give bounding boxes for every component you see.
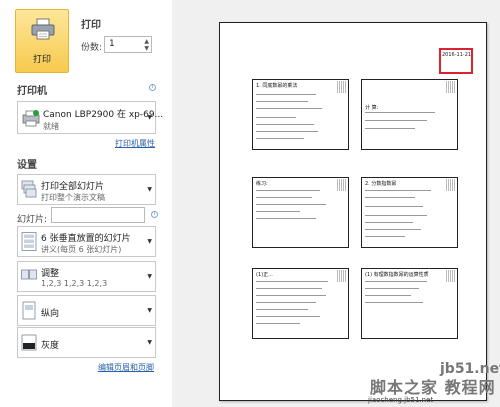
printer-properties-link[interactable]: 打印机属性	[115, 138, 155, 149]
copies-label: 份数:	[81, 43, 103, 53]
chevron-down-icon: ▼	[147, 273, 152, 280]
slide-heading: 2. 分数指数幂	[365, 181, 397, 187]
printer-dropdown[interactable]: Canon LBP2900 在 xp-69... 就绪 ▼	[17, 101, 163, 134]
preview-slide: (1) 有理数指数幂的运算性质	[361, 268, 458, 339]
print-title: 打印	[81, 20, 101, 31]
print-range-label: 打印全部幻灯片	[41, 182, 105, 192]
color-label: 灰度	[41, 341, 60, 351]
copies-spinner[interactable]: 1 ▲ ▼	[104, 36, 152, 53]
slides-label: 幻灯片:	[17, 215, 48, 225]
orientation-label: 纵向	[41, 309, 60, 319]
preview-slide: 练习:	[252, 177, 349, 248]
edit-header-footer-link[interactable]: 编辑页眉和页脚	[98, 362, 154, 373]
slides-input[interactable]	[51, 207, 145, 223]
settings-section-title: 设置	[17, 160, 37, 171]
slide-corner-decoration	[446, 270, 456, 282]
collate-icon	[21, 269, 37, 280]
print-settings-panel: 打印 打印 份数: 1 ▲ ▼ 打印机 i Canon LBP2900 在 xp-…	[0, 0, 172, 407]
collate-order: 1,2,3 1,2,3 1,2,3	[41, 279, 108, 288]
spinner-arrows-icon[interactable]: ▲ ▼	[144, 38, 149, 52]
copies-value: 1	[109, 39, 115, 49]
layout-desc: 讲义(每页 6 张幻灯片)	[41, 245, 122, 254]
color-dropdown[interactable]: 灰度 ▼	[17, 327, 156, 358]
layout-dropdown[interactable]: 6 张垂直放置的幻灯片 讲义(每页 6 张幻灯片) ▼	[17, 226, 156, 257]
slide-corner-decoration	[337, 270, 347, 282]
printer-icon	[31, 18, 55, 40]
print-range-desc: 打印整个演示文稿	[41, 193, 105, 202]
slide-heading: 1. 同底数幂的乘法	[256, 83, 298, 89]
orientation-dropdown[interactable]: 纵向 ▼	[17, 295, 156, 326]
chevron-down-icon: ▼	[147, 238, 152, 245]
layout-label: 6 张垂直放置的幻灯片	[41, 234, 131, 244]
watermark-brand: 脚本之家 教程网	[370, 378, 496, 397]
slide-corner-decoration	[337, 81, 347, 93]
preview-slide: 2. 分数指数幂	[361, 177, 458, 248]
printer-name: Canon LBP2900 在 xp-69...	[43, 110, 164, 120]
preview-slide: (1)正...	[252, 268, 349, 339]
slide-heading: (1)正...	[256, 272, 273, 278]
chevron-down-icon: ▼	[147, 307, 152, 314]
slide-heading: 练习:	[256, 181, 268, 187]
collate-dropdown[interactable]: 调整 1,2,3 1,2,3 1,2,3 ▼	[17, 261, 156, 292]
slide-heading: (1) 有理数指数幂的运算性质	[365, 272, 429, 278]
info-icon[interactable]: i	[151, 211, 158, 218]
slide-corner-decoration	[446, 81, 456, 93]
printer-section-title: 打印机	[17, 86, 47, 97]
slide-corner-decoration	[446, 179, 456, 191]
print-range-dropdown[interactable]: 打印全部幻灯片 打印整个演示文稿 ▼	[17, 174, 156, 205]
chevron-down-icon: ▼	[147, 186, 152, 193]
slide-heading: 计 算:	[365, 105, 379, 111]
slide-corner-decoration	[337, 179, 347, 191]
chevron-down-icon: ▼	[147, 114, 152, 121]
preview-slide: 1. 同底数幂的乘法	[252, 79, 349, 150]
slides-stack-icon	[21, 180, 37, 198]
printer-device-icon	[22, 110, 40, 127]
printer-status: 就绪	[43, 122, 59, 131]
portrait-page-icon	[22, 301, 36, 320]
print-button-label: 打印	[32, 55, 51, 65]
info-icon[interactable]: i	[149, 84, 156, 91]
chevron-down-icon: ▼	[147, 339, 152, 346]
preview-date: 2016-11-21	[442, 52, 472, 58]
collate-label: 调整	[41, 269, 60, 279]
watermark-url: jiaocheng.jb51.net	[368, 396, 434, 404]
preview-slide: 计 算:	[361, 79, 458, 150]
print-button[interactable]: 打印	[15, 9, 69, 73]
grayscale-icon	[21, 334, 37, 351]
handout-icon	[21, 232, 37, 251]
